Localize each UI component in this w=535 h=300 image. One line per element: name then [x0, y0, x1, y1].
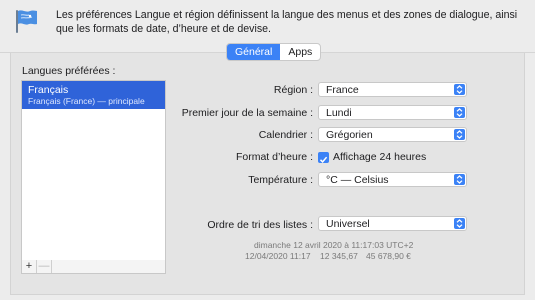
first-day-label: Premier jour de la semaine :	[181, 107, 313, 119]
sample-short-date: 12/04/2020 11:17	[245, 251, 311, 261]
preferred-languages-list[interactable]: Français Français (France) — principale	[21, 80, 166, 262]
temperature-select[interactable]: °C — Celsius	[318, 172, 467, 187]
sort-order-select[interactable]: Universel	[318, 216, 467, 231]
sample-long-date: dimanche 12 avril 2020 à 11:17:03 UTC+2	[254, 240, 414, 250]
updown-chevron-icon	[454, 84, 465, 95]
temperature-value: °C — Celsius	[326, 174, 389, 186]
time-24h-label[interactable]: Affichage 24 heures	[333, 151, 426, 163]
time-format-label: Format d’heure :	[235, 151, 313, 163]
region-label: Région :	[273, 84, 313, 96]
calendar-label: Calendrier :	[258, 129, 313, 141]
header: Les préférences Langue et région définis…	[0, 0, 535, 44]
header-description: Les préférences Langue et région définis…	[56, 9, 518, 35]
preferred-languages-title: Langues préférées :	[22, 65, 116, 77]
temperature-label: Température :	[248, 174, 313, 186]
tab-bar: Général Apps	[226, 43, 322, 61]
sort-order-label: Ordre de tri des listes :	[207, 219, 313, 231]
remove-language-button[interactable]: —	[37, 260, 52, 273]
calendar-select[interactable]: Grégorien	[318, 127, 467, 142]
updown-chevron-icon	[454, 174, 465, 185]
language-item-subtitle: Français (France) — principale	[28, 96, 145, 106]
first-day-select[interactable]: Lundi	[318, 105, 467, 120]
sample-number: 12 345,67	[320, 251, 358, 261]
updown-chevron-icon	[454, 107, 465, 118]
region-select[interactable]: France	[318, 82, 467, 97]
checkmark-icon	[319, 156, 328, 164]
first-day-value: Lundi	[326, 107, 352, 119]
time-24h-checkbox[interactable]	[318, 152, 329, 164]
calendar-value: Grégorien	[326, 129, 373, 141]
region-value: France	[326, 84, 359, 96]
language-item-name: Français	[28, 84, 69, 96]
add-language-button[interactable]: +	[22, 260, 37, 273]
tab-general[interactable]: Général	[227, 44, 281, 60]
updown-chevron-icon	[454, 129, 465, 140]
language-region-window: Les préférences Langue et région définis…	[0, 0, 535, 300]
sort-order-value: Universel	[326, 218, 370, 230]
flag-icon	[16, 10, 37, 33]
tab-apps[interactable]: Apps	[280, 44, 320, 60]
language-item-francais[interactable]: Français Français (France) — principale	[22, 81, 165, 109]
sample-currency: 45 678,90 €	[366, 251, 411, 261]
updown-chevron-icon	[454, 218, 465, 229]
language-list-controls: + —	[21, 260, 166, 274]
